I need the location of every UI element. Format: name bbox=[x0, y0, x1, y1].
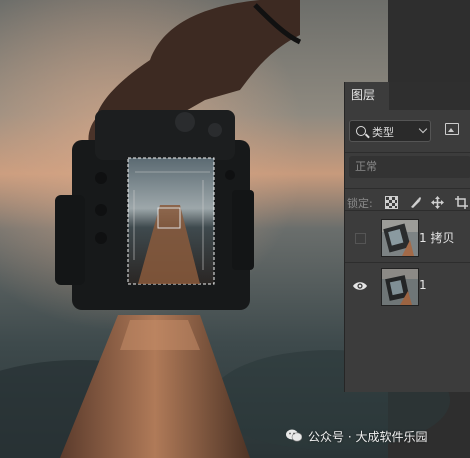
lock-label: 锁定: bbox=[347, 197, 373, 210]
divider bbox=[345, 188, 470, 189]
blend-mode-row: 正常 bbox=[345, 156, 470, 178]
panel-tab-bar: 图层 bbox=[345, 82, 470, 110]
filter-kind-label: 类型 bbox=[372, 126, 394, 139]
image-filter-icon[interactable] bbox=[445, 123, 459, 135]
layer-filter-row: 类型 bbox=[345, 120, 470, 142]
tab-layers[interactable]: 图层 bbox=[345, 82, 389, 110]
lock-transparent-pixels-icon[interactable] bbox=[385, 196, 398, 209]
layer-thumbnail bbox=[381, 268, 419, 306]
layer-row-1[interactable]: 1 bbox=[345, 266, 470, 306]
layer-name: 1 bbox=[419, 278, 427, 292]
divider bbox=[345, 152, 470, 153]
search-icon bbox=[356, 126, 366, 136]
chevron-down-icon bbox=[418, 124, 428, 134]
lock-image-pixels-icon[interactable] bbox=[409, 196, 422, 209]
lock-position-icon[interactable] bbox=[431, 196, 444, 209]
blend-mode-dropdown[interactable]: 正常 bbox=[349, 156, 470, 178]
filter-kind-dropdown[interactable]: 类型 bbox=[349, 120, 431, 142]
layers-panel: 图层 类型 正常 锁定: 1 拷贝 1 bbox=[344, 82, 470, 392]
visibility-toggle-empty[interactable] bbox=[355, 233, 366, 244]
lock-artboard-icon[interactable] bbox=[455, 196, 468, 209]
watermark-text: 公众号 · 大成软件乐园 bbox=[308, 430, 428, 444]
canvas-area: 图层 类型 正常 锁定: 1 拷贝 1 公众号 · 大成软件乐园 bbox=[0, 0, 470, 458]
divider bbox=[345, 210, 470, 211]
wechat-icon bbox=[286, 429, 302, 442]
layer-name: 1 拷贝 bbox=[419, 231, 455, 245]
layer-thumbnail bbox=[381, 219, 419, 257]
divider bbox=[345, 262, 470, 263]
layer-row-copy[interactable]: 1 拷贝 bbox=[345, 217, 470, 257]
eye-icon[interactable] bbox=[353, 280, 367, 292]
